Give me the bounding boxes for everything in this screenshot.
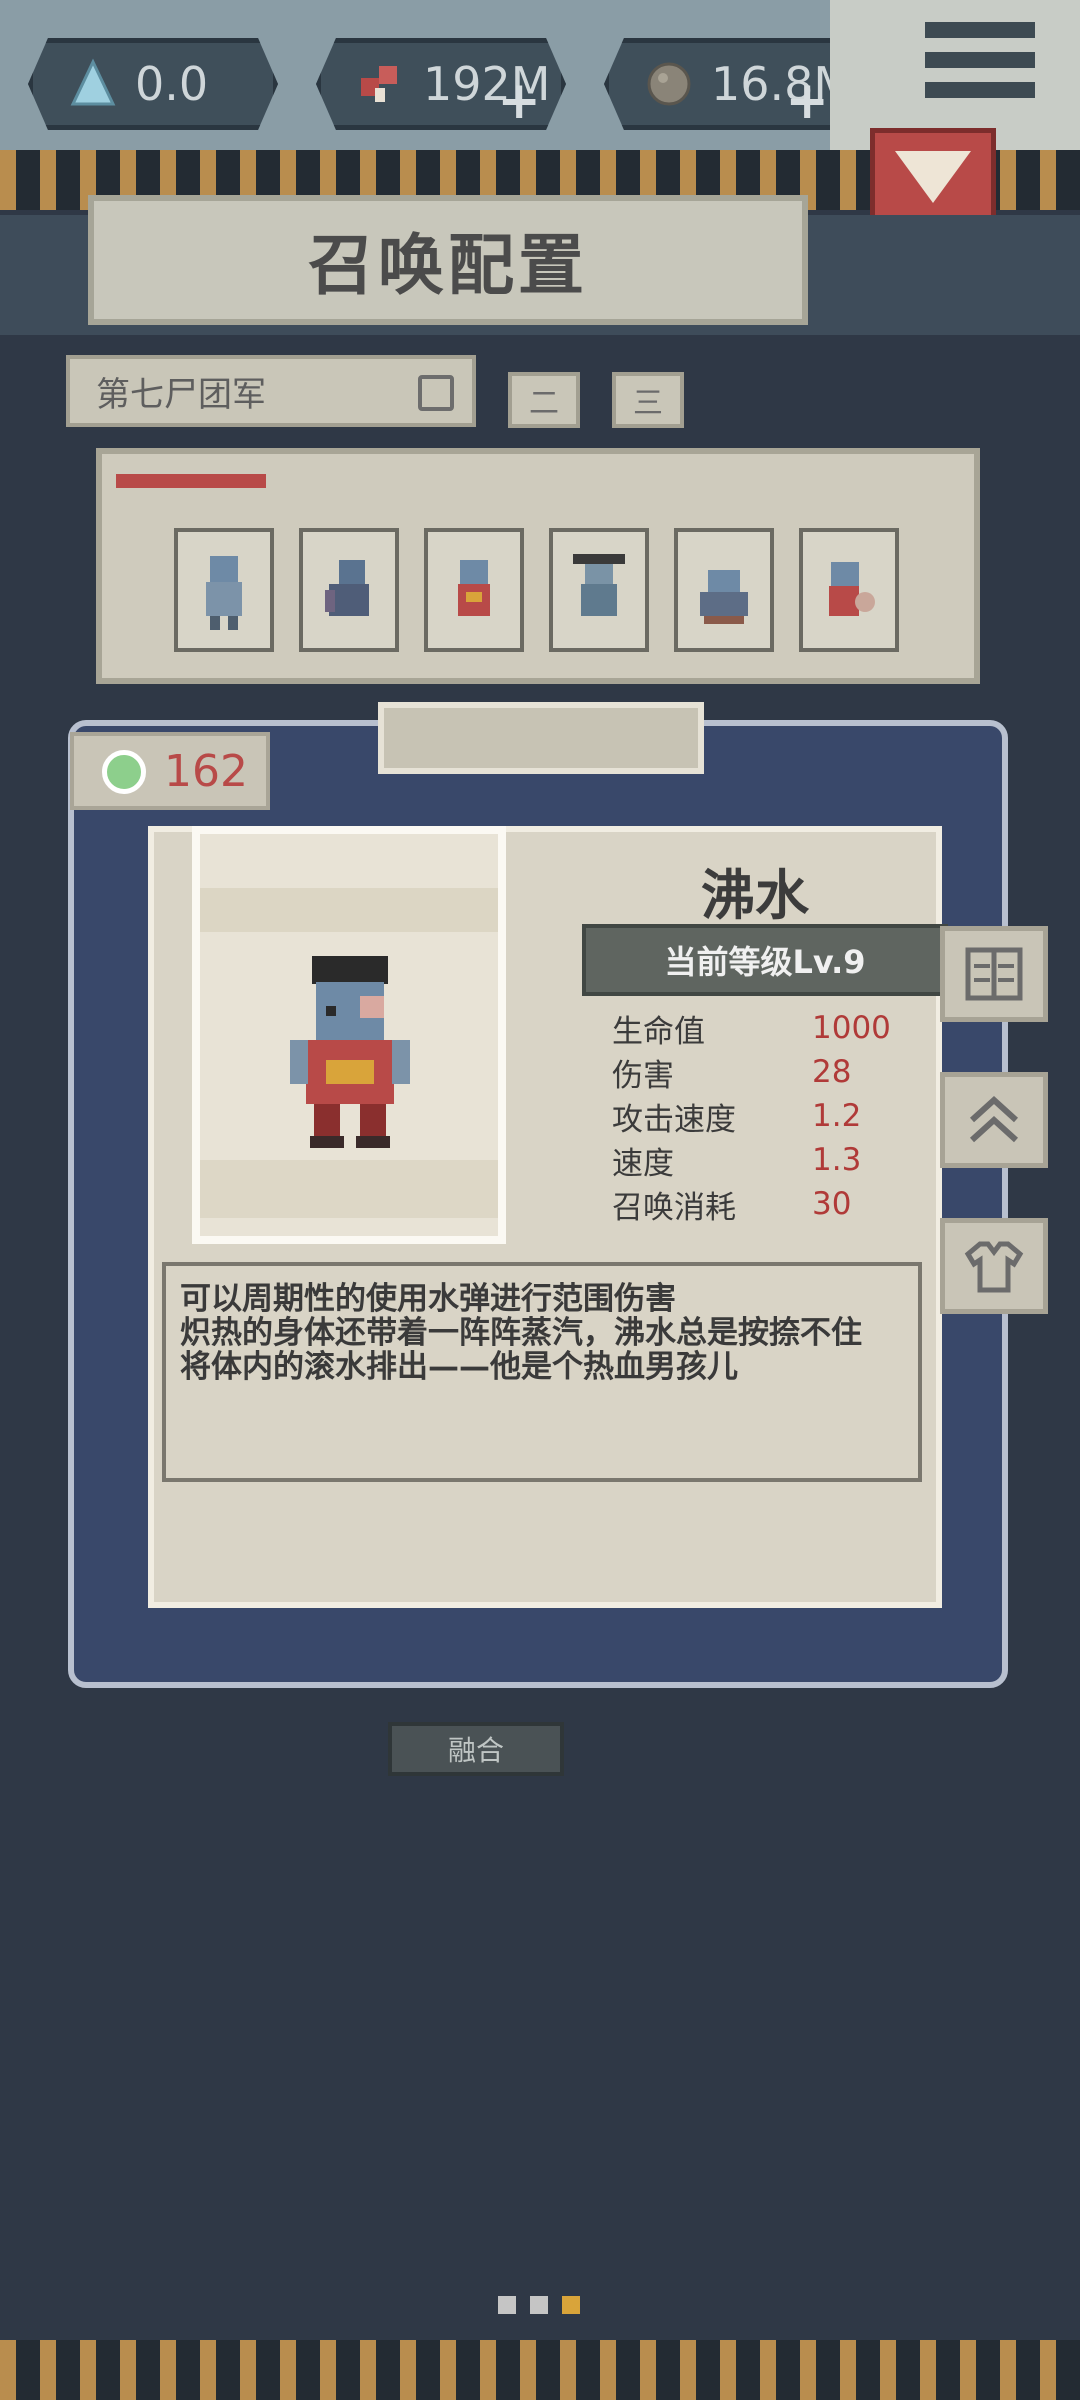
stat-value: 1000 [812, 1010, 891, 1046]
page-dot-2[interactable] [530, 2296, 548, 2314]
description-line: 炽热的身体还带着一阵阵蒸汽，沸水总是按捺不住 [180, 1315, 862, 1351]
unit-description: 可以周期性的使用水弹进行范围伤害 炽热的身体还带着一阵阵蒸汽，沸水总是按捺不住 … [162, 1262, 922, 1482]
stat-row-speed: 速度 1.3 [612, 1138, 922, 1182]
crystal-counter[interactable]: 0.0 [28, 38, 278, 130]
boiling-water-zombie-icon [290, 956, 410, 1148]
zombie-4-icon [573, 554, 625, 616]
roster-accent-stripe [116, 474, 266, 488]
team-tab-2[interactable]: 二 [508, 372, 580, 428]
page-title: 召唤配置 [88, 195, 808, 325]
stat-value: 1.2 [812, 1098, 862, 1134]
upgrade-button[interactable] [940, 1072, 1048, 1168]
zombie-2-icon [325, 560, 369, 616]
rock-add-button[interactable]: + [785, 71, 829, 130]
stat-row-attack-speed: 攻击速度 1.2 [612, 1094, 922, 1138]
zombie-3-icon [458, 560, 490, 616]
meat-icon [355, 58, 407, 110]
roster-slot-4[interactable] [549, 528, 649, 652]
fuse-button[interactable]: 融合 [388, 1722, 564, 1776]
bottom-conveyor-belt [0, 2340, 1080, 2400]
crystal-value: 0.0 [135, 57, 209, 111]
page-indicator [498, 2296, 580, 2314]
gem-counter: 162 [70, 732, 270, 810]
stat-value: 28 [812, 1054, 852, 1090]
unit-level: 当前等级Lv.9 [582, 924, 948, 996]
description-line: 可以周期性的使用水弹进行范围伤害 [180, 1281, 676, 1317]
stat-label: 伤害 [612, 1057, 674, 1094]
unit-name: 沸水 [701, 863, 809, 927]
stat-row-damage: 伤害 28 [612, 1050, 922, 1094]
panel-tab-handle[interactable] [378, 702, 704, 774]
unit-portrait [192, 826, 506, 1244]
stat-label: 速度 [612, 1145, 674, 1182]
roster-slot-1[interactable] [174, 528, 274, 652]
crystal-icon [67, 58, 119, 110]
unit-stats: 生命值 1000 伤害 28 攻击速度 1.2 速度 1.3 召唤消耗 30 [612, 1006, 922, 1226]
meat-counter[interactable]: 192M + [316, 38, 566, 130]
hamburger-icon [925, 22, 1035, 112]
description-line: 将体内的滚水排出——他是个热血男孩儿 [180, 1349, 738, 1385]
zombie-5-icon [700, 570, 748, 624]
stat-value: 30 [812, 1186, 852, 1222]
roster-slot-2[interactable] [299, 528, 399, 652]
page-dot-1[interactable] [498, 2296, 516, 2314]
roster-slot-3[interactable] [424, 528, 524, 652]
edit-icon[interactable] [418, 375, 454, 411]
roster-strip [96, 448, 980, 684]
roster-slot-5[interactable] [674, 528, 774, 652]
rock-icon [643, 58, 695, 110]
stat-label: 生命值 [612, 1013, 705, 1050]
down-triangle-icon [895, 151, 971, 203]
zombie-1-icon [206, 556, 242, 630]
codex-button[interactable] [940, 926, 1048, 1022]
stat-row-hp: 生命值 1000 [612, 1006, 922, 1050]
meat-add-button[interactable]: + [497, 71, 541, 130]
portrait-floor-bottom [200, 1160, 498, 1218]
gem-icon [102, 750, 146, 794]
zombie-6-icon [829, 562, 875, 616]
team-name-field[interactable]: 第七尸团军 [66, 355, 476, 427]
outfit-button[interactable] [940, 1218, 1048, 1314]
book-icon [965, 947, 1023, 1001]
page-dot-3[interactable] [562, 2296, 580, 2314]
stat-label: 攻击速度 [612, 1101, 736, 1138]
team-tab-3[interactable]: 三 [612, 372, 684, 428]
shirt-icon [964, 1241, 1024, 1293]
stat-row-summon-cost: 召唤消耗 30 [612, 1182, 922, 1226]
gem-value: 162 [164, 745, 248, 797]
team-name: 第七尸团军 [96, 374, 266, 415]
rock-counter[interactable]: 16.8M + [604, 38, 854, 130]
stat-label: 召唤消耗 [612, 1189, 736, 1226]
portrait-floor-top [200, 888, 498, 932]
stat-value: 1.3 [812, 1142, 862, 1178]
double-chevron-up-icon [969, 1095, 1019, 1143]
roster-slot-6[interactable] [799, 528, 899, 652]
